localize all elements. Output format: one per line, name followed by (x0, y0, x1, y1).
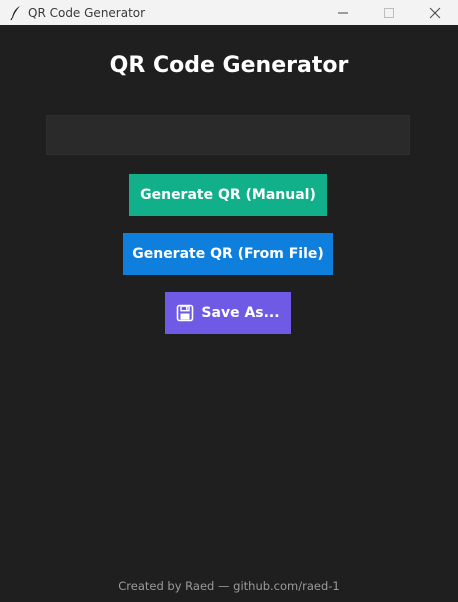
close-button[interactable] (412, 0, 458, 25)
app-window: QR Code Generator QR Code Generator Gene… (0, 0, 458, 602)
qr-text-input[interactable] (46, 115, 410, 155)
generate-manual-button[interactable]: Generate QR (Manual) (129, 174, 327, 216)
page-title: QR Code Generator (109, 53, 349, 78)
window-title: QR Code Generator (28, 5, 146, 20)
minimize-button[interactable] (320, 0, 366, 25)
generate-from-file-button[interactable]: Generate QR (From File) (123, 233, 333, 275)
maximize-button[interactable] (366, 0, 412, 25)
save-as-button[interactable]: Save As... (165, 292, 291, 334)
window-controls (320, 0, 458, 25)
generate-from-file-label: Generate QR (From File) (132, 246, 324, 262)
title-bar[interactable]: QR Code Generator (0, 0, 458, 25)
generate-manual-label: Generate QR (Manual) (140, 187, 316, 203)
main-content: QR Code Generator Generate QR (Manual) G… (0, 25, 458, 602)
footer-credit: Created by Raed — github.com/raed-1 (118, 579, 340, 593)
save-as-label: Save As... (201, 305, 280, 321)
minimize-icon (338, 12, 348, 13)
maximize-icon (384, 7, 394, 18)
floppy-disk-icon (176, 304, 194, 322)
feather-icon (6, 3, 26, 23)
close-icon (429, 7, 441, 18)
